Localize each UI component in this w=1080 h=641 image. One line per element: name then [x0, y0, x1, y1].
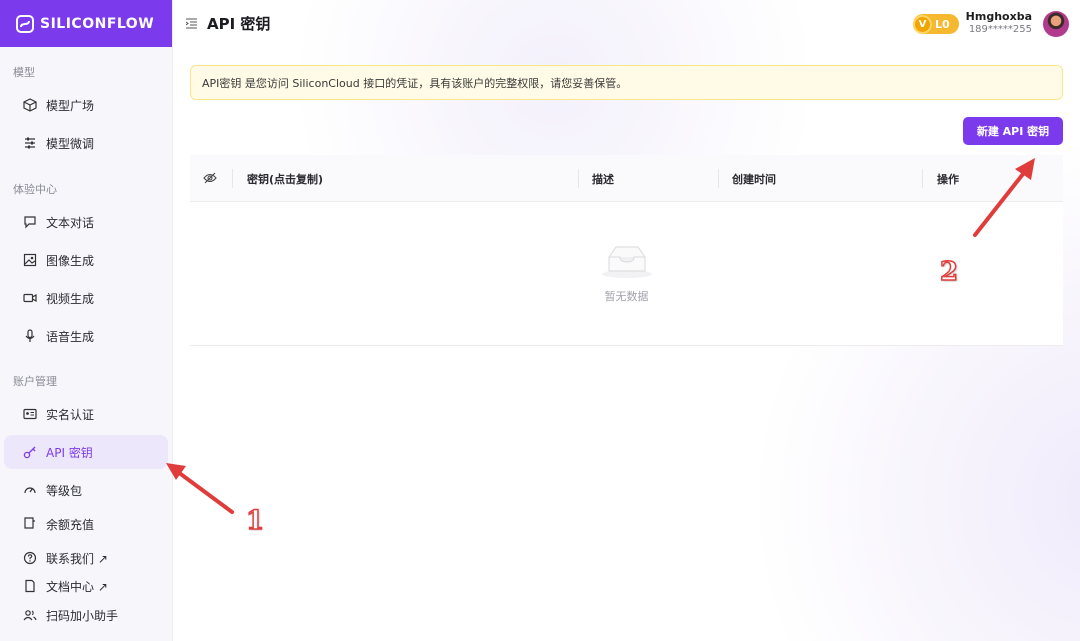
table-header: 密钥(点击复制) 描述 创建时间 操作: [190, 155, 1063, 202]
sidebar-link-assistant[interactable]: 扫码加小助手: [4, 602, 168, 628]
sidebar: SILICONFLOW 模型 模型广场 模型微调 体验中心 文本对话 图像生成 …: [0, 0, 173, 641]
microphone-icon: [25, 329, 35, 342]
sidebar-item-image-gen[interactable]: 图像生成: [4, 243, 168, 277]
sidebar-item-api-keys[interactable]: API 密钥: [4, 435, 168, 469]
vip-level: L0: [935, 17, 950, 31]
image-icon: [23, 253, 37, 267]
column-header-key: 密钥(点击复制): [247, 173, 324, 186]
annotation-arrow-2: [973, 158, 1035, 237]
sidebar-item-recharge[interactable]: 余额充值: [4, 511, 168, 535]
eye-off-icon[interactable]: [203, 172, 217, 184]
user-phone: 189*****255: [968, 24, 1032, 35]
sliders-icon: [25, 137, 35, 149]
annotation-step-2: 2: [939, 256, 959, 288]
column-header-created: 创建时间: [732, 173, 776, 186]
annotation-step-1: 1: [245, 505, 265, 537]
wallet-icon: [24, 517, 35, 529]
page-title: API 密钥: [207, 15, 271, 33]
column-separator: [922, 169, 923, 188]
column-header-actions: 操作: [937, 173, 959, 186]
sidebar-item-label: 等级包: [46, 483, 83, 498]
logo-bar[interactable]: SILICONFLOW: [0, 0, 172, 47]
sidebar-item-label: API 密钥: [46, 445, 93, 460]
column-separator: [718, 169, 719, 188]
empty-state-text: 暂无数据: [604, 290, 649, 303]
sidebar-item-verification[interactable]: 实名认证: [4, 397, 168, 431]
section-label-experience: 体验中心: [13, 183, 57, 196]
users-icon: [23, 610, 37, 621]
sidebar-item-label: 图像生成: [46, 253, 95, 268]
main-content: API 密钥 V L0 Hmghoxba 189*****255 API密钥 是…: [174, 0, 1080, 641]
sidebar-item-model-finetune[interactable]: 模型微调: [4, 126, 168, 160]
sidebar-item-text-chat[interactable]: 文本对话: [4, 205, 168, 239]
document-icon: [25, 579, 35, 593]
column-separator: [232, 169, 233, 188]
brand-name: SILICONFLOW: [40, 15, 155, 32]
cube-icon: [23, 98, 37, 112]
sidebar-link-docs[interactable]: 文档中心 ↗: [4, 573, 168, 599]
sidebar-item-level-pack[interactable]: 等级包: [4, 473, 168, 507]
gauge-icon: [24, 487, 36, 494]
sidebar-item-label: 视频生成: [46, 291, 95, 306]
empty-inbox-icon: [602, 246, 652, 278]
notice-banner: API密钥 是您访问 SiliconCloud 接口的凭证，具有该账户的完整权限…: [190, 65, 1063, 100]
notice-text: API密钥 是您访问 SiliconCloud 接口的凭证，具有该账户的完整权限…: [202, 76, 628, 90]
sidebar-item-label: 实名认证: [46, 407, 95, 422]
vip-icon: V: [913, 14, 932, 34]
sidebar-link-label: 文档中心 ↗: [46, 579, 108, 594]
topbar: API 密钥 V L0 Hmghoxba 189*****255: [174, 0, 1080, 47]
api-keys-table: 密钥(点击复制) 描述 创建时间 操作 暂无数据: [190, 155, 1063, 346]
sidebar-link-label: 联系我们 ↗: [46, 551, 108, 566]
column-header-description: 描述: [592, 173, 614, 186]
user-name[interactable]: Hmghoxba: [966, 10, 1032, 23]
video-icon: [23, 293, 37, 303]
sidebar-item-label: 语音生成: [46, 329, 95, 344]
sidebar-item-audio-gen[interactable]: 语音生成: [4, 319, 168, 353]
sidebar-item-model-square[interactable]: 模型广场: [4, 88, 168, 122]
help-circle-icon: [23, 551, 37, 565]
key-icon: [23, 446, 36, 459]
chat-icon: [24, 216, 36, 229]
collapse-sidebar-icon[interactable]: [186, 18, 197, 29]
sidebar-link-contact[interactable]: 联系我们 ↗: [4, 545, 168, 571]
annotation-arrow-1: [166, 463, 234, 514]
sidebar-item-label: 余额充值: [46, 518, 95, 532]
avatar[interactable]: [1043, 11, 1069, 37]
section-label-account: 账户管理: [13, 375, 57, 388]
sidebar-item-label: 模型微调: [46, 136, 95, 151]
vip-level-badge[interactable]: V L0: [913, 14, 959, 34]
section-label-models: 模型: [13, 66, 35, 79]
siliconflow-logo-icon: [16, 14, 34, 33]
sidebar-item-label: 模型广场: [46, 98, 95, 113]
sidebar-item-label: 文本对话: [46, 215, 95, 230]
sidebar-item-video-gen[interactable]: 视频生成: [4, 281, 168, 315]
new-api-key-button[interactable]: 新建 API 密钥: [963, 117, 1063, 145]
column-separator: [578, 169, 579, 188]
sidebar-link-label: 扫码加小助手: [46, 608, 119, 623]
id-card-icon: [23, 408, 37, 420]
